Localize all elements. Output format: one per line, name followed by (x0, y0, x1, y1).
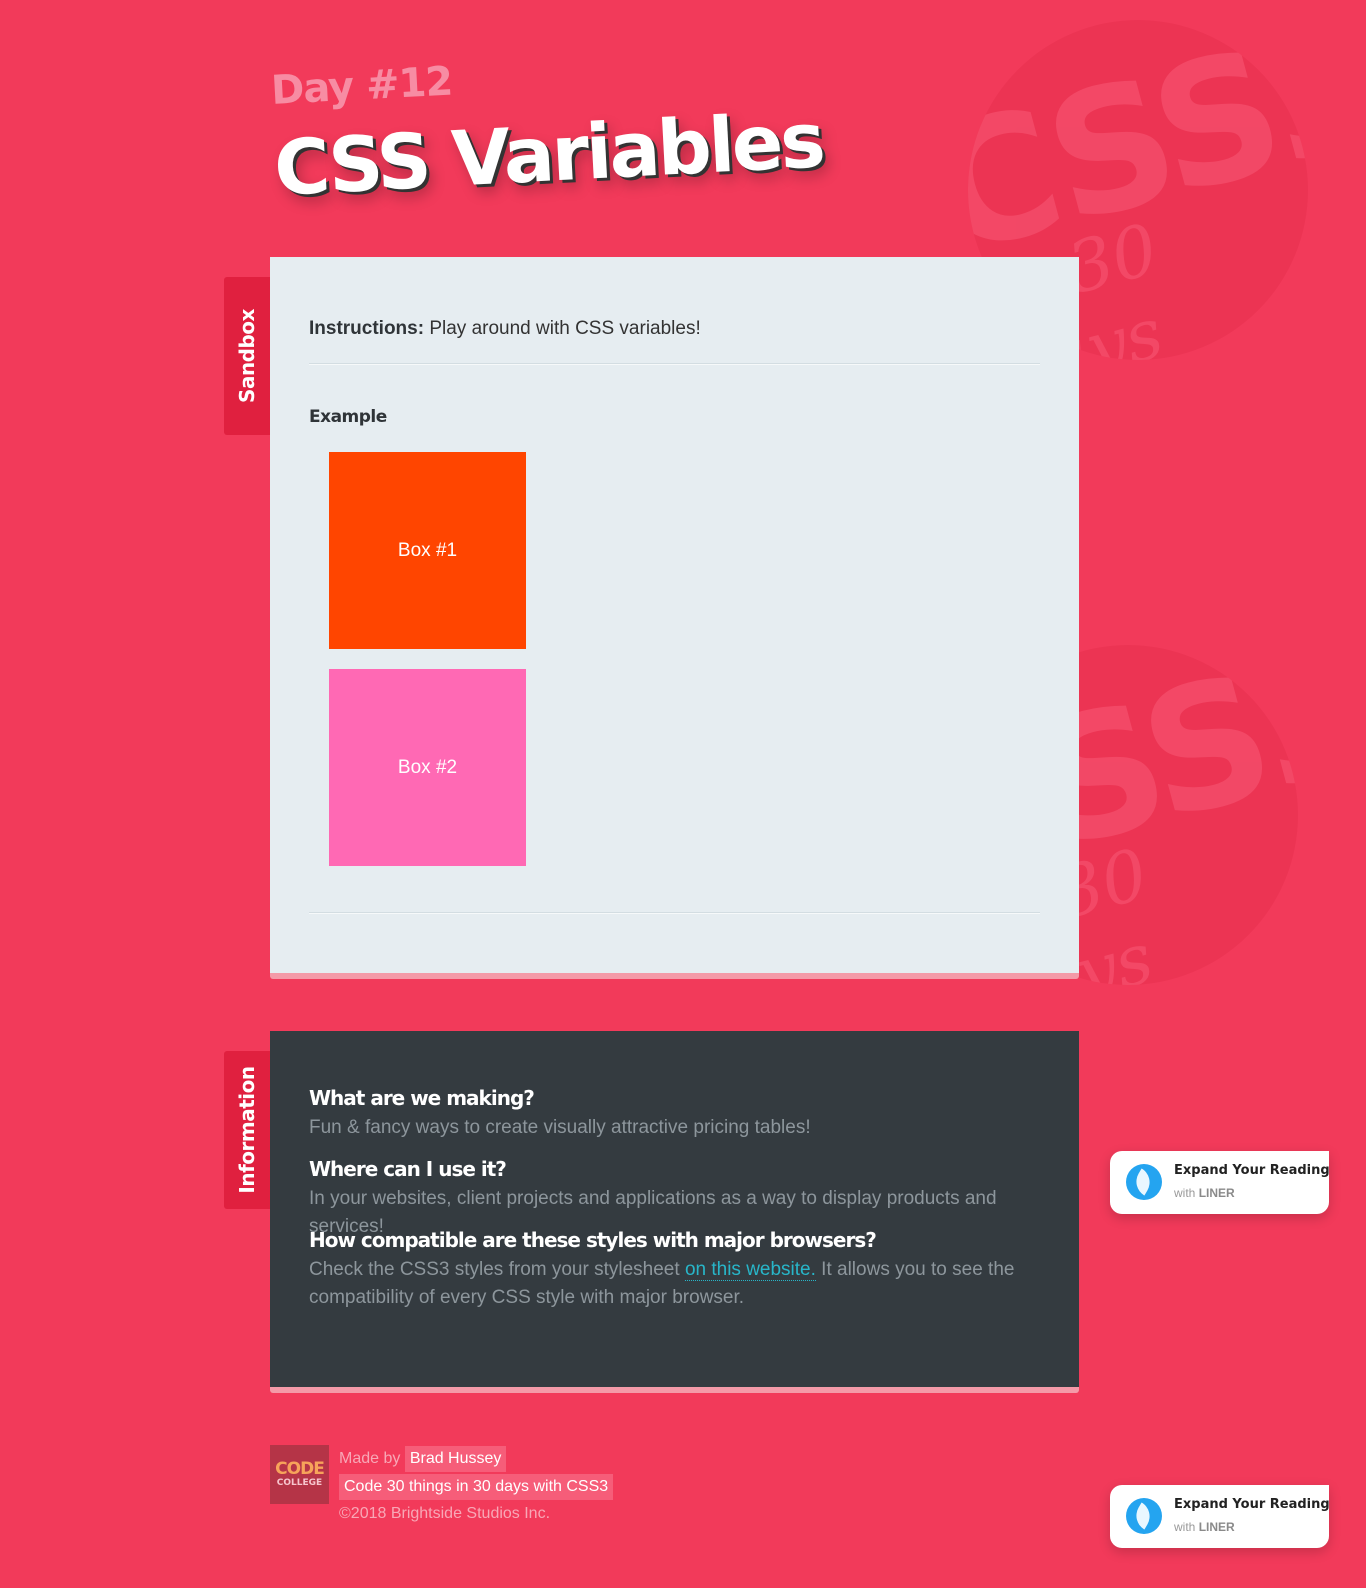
liner-brand: LINER (1198, 1520, 1235, 1534)
sandbox-panel: Instructions: Play around with CSS varia… (270, 257, 1079, 979)
liner-title: Expand Your Reading (1174, 1163, 1330, 1178)
liner-subtitle: with LINER (1174, 1186, 1235, 1200)
faq-answer: Fun & fancy ways to create visually attr… (309, 1117, 811, 1138)
box-label: Box #1 (397, 539, 458, 561)
sandbox-tab-label: Sandbox (235, 309, 259, 403)
instructions-label: Instructions: (309, 318, 425, 339)
information-tab: Information (224, 1051, 270, 1209)
author-link[interactable]: Brad Hussey (404, 1446, 507, 1472)
liner-sub-prefix: with (1174, 1520, 1199, 1534)
sandbox-tab: Sandbox (224, 277, 270, 435)
copyright: ©2018 Brightside Studios Inc. (339, 1505, 551, 1522)
course-line: Code 30 things in 30 days with CSS3 (339, 1474, 614, 1500)
made-by: Made by Brad Hussey (339, 1446, 507, 1472)
box-label: Box #2 (397, 756, 458, 778)
liner-sub-prefix: with (1174, 1186, 1199, 1200)
faq-answer-text: Check the CSS3 styles from your styleshe… (309, 1259, 685, 1280)
liner-icon (1126, 1498, 1162, 1534)
divider (309, 912, 1040, 914)
liner-subtitle: with LINER (1174, 1520, 1235, 1534)
logo-line-1: CODE (275, 1459, 325, 1479)
faq-question: Where can I use it? (309, 1157, 507, 1181)
example-box-2: Box #2 (329, 669, 526, 866)
compatibility-website-link[interactable]: on this website. (684, 1259, 816, 1281)
information-panel: What are we making? Fun & fancy ways to … (270, 1031, 1079, 1393)
faq-answer: Check the CSS3 styles from your styleshe… (309, 1256, 1039, 1312)
liner-title: Expand Your Reading (1174, 1497, 1330, 1512)
faq-question: How compatible are these styles with maj… (309, 1228, 877, 1252)
instructions-text: Play around with CSS variables! (424, 318, 701, 339)
logo-line-2: COLLEGE (276, 1478, 323, 1488)
page-title: CSS Variables (272, 95, 825, 213)
made-by-prefix: Made by (339, 1450, 405, 1467)
instructions: Instructions: Play around with CSS varia… (309, 318, 701, 340)
example-box-1: Box #1 (329, 452, 526, 649)
liner-icon (1126, 1164, 1162, 1200)
liner-brand: LINER (1198, 1186, 1235, 1200)
course-link[interactable]: Code 30 things in 30 days with CSS3 (339, 1474, 614, 1500)
divider (309, 363, 1040, 365)
day-label: Day #12 (270, 58, 454, 114)
information-tab-label: Information (235, 1066, 259, 1194)
code-college-logo[interactable]: CODE COLLEGE (270, 1445, 329, 1504)
liner-widget[interactable]: Expand Your Reading with LINER (1110, 1485, 1330, 1548)
faq-question: What are we making? (309, 1086, 535, 1110)
example-heading: Example (309, 407, 387, 427)
liner-widget[interactable]: Expand Your Reading with LINER (1110, 1151, 1330, 1214)
